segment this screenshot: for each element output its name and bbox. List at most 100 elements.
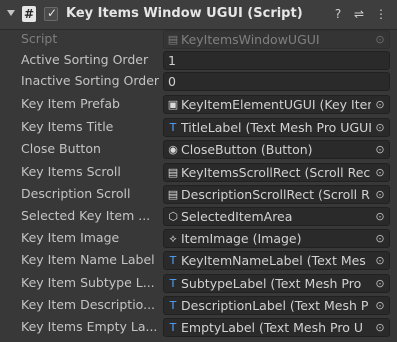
field-value: ItemImage (Image) [181,231,302,246]
enabled-checkbox[interactable]: ✓ [44,6,58,21]
object-picker-button[interactable]: ⊙ [371,275,389,292]
text-mesh-pro-icon: T [169,321,177,334]
field-row-key-item-prefab: Key Item Prefab ▣ KeyItemElementUGUI (Ke… [0,94,397,115]
field-value: EmptyLabel (Text Mesh Pro U [181,320,363,335]
field-label: Close Button [21,141,101,156]
field-row-key-items-empty-label: Key Items Empty La... T EmptyLabel (Text… [0,317,397,338]
field-label: Inactive Sorting Order [21,73,160,88]
key-item-prefab-field[interactable]: ▣ KeyItemElementUGUI (Key Item ⊙ [163,95,390,114]
field-value: KeyItemsScrollRect (Scroll Rec [181,165,371,180]
object-picker-button[interactable]: ⊙ [371,141,389,158]
key-items-empty-label-field[interactable]: T EmptyLabel (Text Mesh Pro U ⊙ [163,318,390,337]
key-item-image-field[interactable]: ⟡ ItemImage (Image) ⊙ [163,229,390,248]
picker-icon: ⊙ [375,321,385,334]
key-items-scroll-field[interactable]: ▤ KeyItemsScrollRect (Scroll Rec ⊙ [163,163,390,182]
picker-icon: ⊙ [375,166,385,179]
field-label: Key Item Subtype L... [21,275,155,290]
context-menu-icon[interactable]: ⋮ [374,6,388,22]
picker-icon: ⊙ [375,33,385,46]
script-asset-icon: ▤ [167,33,179,46]
prefab-icon: ▣ [167,98,179,111]
field-label: Key Item Descriptio... [21,297,156,312]
field-label: Active Sorting Order [21,52,149,67]
field-label: Key Item Prefab [21,96,120,111]
component-title: Key Items Window UGUI (Script) [66,6,303,21]
text-mesh-pro-icon: T [169,277,177,290]
field-value: KeyItemsWindowUGUI [181,32,320,47]
field-value: CloseButton (Button) [181,142,313,157]
field-value: 0 [168,74,176,89]
field-row-key-item-subtype-label: Key Item Subtype L... T SubtypeLabel (Te… [0,273,397,294]
scroll-rect-icon: ▤ [167,166,179,179]
field-label: Description Scroll [21,186,131,201]
field-row-key-items-title: Key Items Title T TitleLabel (Text Mesh … [0,117,397,138]
picker-icon: ⊙ [375,210,385,223]
field-value: SubtypeLabel (Text Mesh Pro [181,276,362,291]
field-label: Key Items Empty La... [21,319,158,334]
object-picker-button[interactable]: ⊙ [371,186,389,203]
selected-item-area-field[interactable]: ⬡ SelectedItemArea ⊙ [163,207,390,226]
object-picker-button[interactable]: ⊙ [371,119,389,136]
script-icon: # [22,6,36,22]
text-mesh-pro-icon: T [169,299,177,312]
field-row-key-item-name-label: Key Item Name Label T KeyItemNameLabel (… [0,250,397,271]
picker-icon: ⊙ [375,98,385,111]
foldout-arrow-icon[interactable] [7,10,15,16]
field-value: DescriptionScrollRect (Scroll R [181,187,370,202]
field-value: DescriptionLabel (Text Mesh P [181,298,369,313]
picker-icon: ⊙ [375,121,385,134]
image-component-icon: ⟡ [169,232,177,245]
object-picker-button[interactable]: ⊙ [371,319,389,336]
active-sorting-order-input[interactable]: 1 [163,51,390,70]
object-picker-button[interactable]: ⊙ [371,96,389,113]
field-value: 1 [168,53,176,68]
field-label: Key Item Image [21,230,120,245]
field-value: KeyItemElementUGUI (Key Item [181,97,371,112]
field-label: Key Items Title [21,119,114,134]
picker-icon: ⊙ [375,299,385,312]
field-row-script: Script ▤ KeyItemsWindowUGUI ⊙ [0,29,397,50]
key-item-subtype-label-field[interactable]: T SubtypeLabel (Text Mesh Pro ⊙ [163,274,390,293]
picker-icon: ⊙ [375,254,385,267]
object-picker-button[interactable]: ⊙ [371,208,389,225]
component-header: # ✓ Key Items Window UGUI (Script) ? ⇌ ⋮ [0,0,397,30]
picker-icon: ⊙ [375,188,385,201]
key-item-name-label-field[interactable]: T KeyItemNameLabel (Text Mes ⊙ [163,251,390,270]
description-scroll-field[interactable]: ▤ DescriptionScrollRect (Scroll R ⊙ [163,185,390,204]
field-value: KeyItemNameLabel (Text Mes [181,253,366,268]
gameobject-icon: ⬡ [168,210,178,223]
field-row-key-items-scroll: Key Items Scroll ▤ KeyItemsScrollRect (S… [0,162,397,183]
field-value: SelectedItemArea [181,209,293,224]
inactive-sorting-order-input[interactable]: 0 [163,72,390,91]
help-icon[interactable]: ? [331,6,345,22]
field-row-active-sorting-order: Active Sorting Order 1 [0,50,397,71]
object-picker-button[interactable]: ⊙ [371,230,389,247]
picker-icon: ⊙ [375,143,385,156]
field-row-close-button: Close Button ◉ CloseButton (Button) ⊙ [0,139,397,160]
field-row-selected-key-item-area: Selected Key Item ... ⬡ SelectedItemArea… [0,206,397,227]
field-label: Key Item Name Label [21,252,155,267]
script-field: ▤ KeyItemsWindowUGUI ⊙ [163,30,390,49]
object-picker-button[interactable]: ⊙ [371,164,389,181]
close-button-field[interactable]: ◉ CloseButton (Button) ⊙ [163,140,390,159]
text-mesh-pro-icon: T [169,121,177,134]
field-row-key-item-description-label: Key Item Descriptio... T DescriptionLabe… [0,295,397,316]
field-label: Selected Key Item ... [21,208,151,223]
picker-icon: ⊙ [375,232,385,245]
field-label: Script [21,31,58,46]
picker-icon: ⊙ [375,277,385,290]
field-label: Key Items Scroll [21,164,121,179]
field-value: TitleLabel (Text Mesh Pro UGUI [181,120,371,135]
field-row-description-scroll: Description Scroll ▤ DescriptionScrollRe… [0,184,397,205]
field-row-key-item-image: Key Item Image ⟡ ItemImage (Image) ⊙ [0,228,397,249]
key-item-description-label-field[interactable]: T DescriptionLabel (Text Mesh P ⊙ [163,296,390,315]
object-picker-button[interactable]: ⊙ [371,252,389,269]
object-picker-button[interactable]: ⊙ [371,297,389,314]
button-component-icon: ◉ [168,143,178,156]
field-row-inactive-sorting-order: Inactive Sorting Order 0 [0,71,397,92]
text-mesh-pro-icon: T [169,254,177,267]
scroll-rect-icon: ▤ [167,188,179,201]
key-items-title-field[interactable]: T TitleLabel (Text Mesh Pro UGUI ⊙ [163,118,390,137]
presets-icon[interactable]: ⇌ [352,6,366,22]
object-picker-button: ⊙ [371,31,389,48]
